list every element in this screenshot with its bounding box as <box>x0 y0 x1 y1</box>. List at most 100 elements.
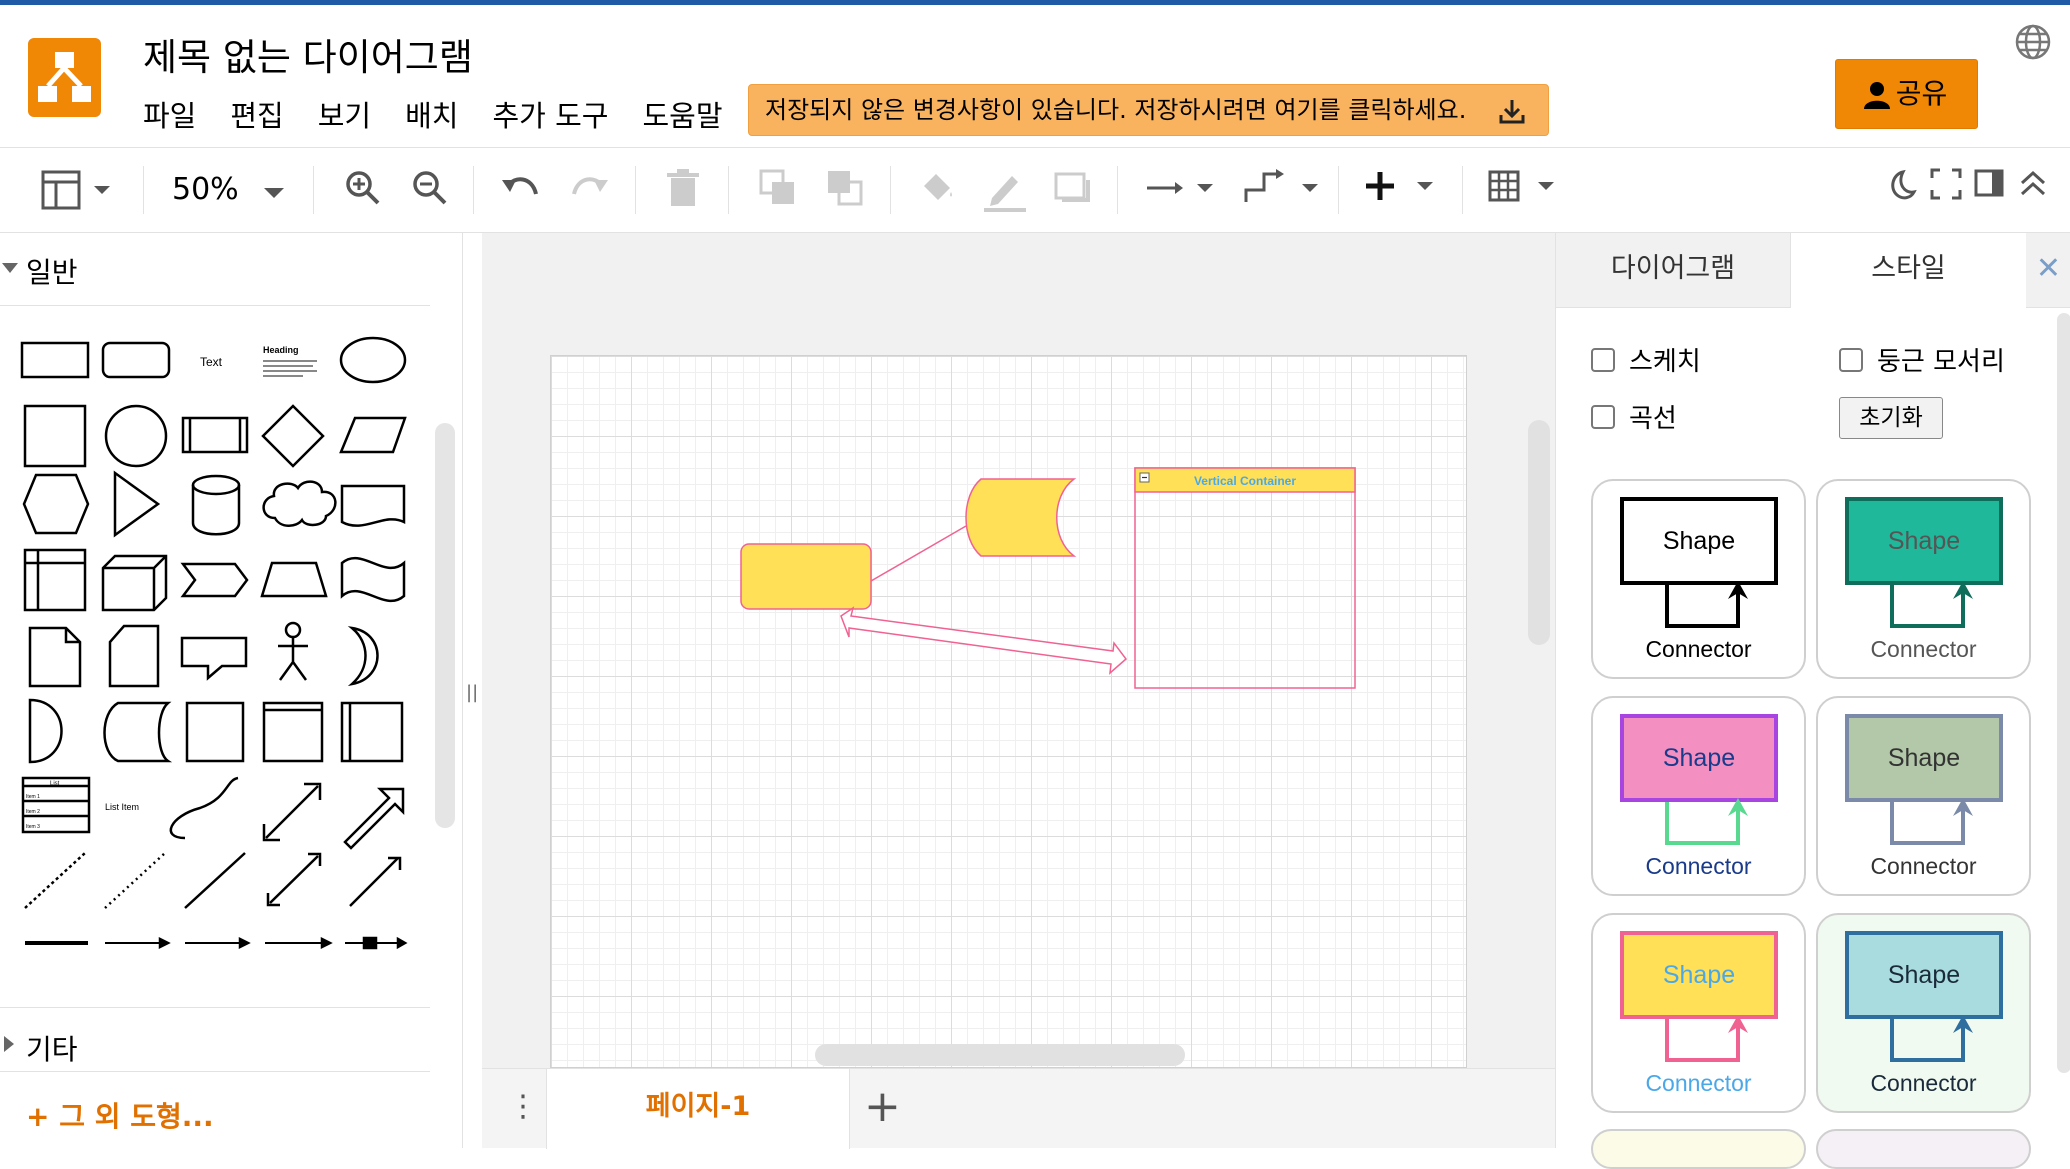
tab-diagram[interactable]: 다이어그램 <box>1556 233 1791 308</box>
sidebar-resize-handle[interactable]: || <box>466 682 478 703</box>
add-page-icon[interactable]: + <box>864 1081 901 1132</box>
section-general[interactable]: 일반 <box>0 251 78 291</box>
diagram-page[interactable]: Vertical Container <box>550 355 1467 1068</box>
shape-trapezoid[interactable] <box>260 561 328 598</box>
style-card-1[interactable]: Shape Connector <box>1591 479 1806 679</box>
style-card-2[interactable]: Shape Connector <box>1816 479 2031 679</box>
shape-circle[interactable] <box>104 404 168 468</box>
shape-note[interactable] <box>28 626 82 688</box>
menu-view[interactable]: 보기 <box>318 93 405 135</box>
shape-cube[interactable] <box>101 554 168 612</box>
fullscreen-icon[interactable] <box>1930 168 1962 200</box>
shape-cloud[interactable] <box>262 480 337 527</box>
curved-checkbox-box[interactable] <box>1591 404 1615 429</box>
shape-parallelogram[interactable] <box>339 416 407 454</box>
shape-callout[interactable] <box>180 636 248 681</box>
shape-cylinder[interactable] <box>191 474 241 536</box>
menu-arrange[interactable]: 배치 <box>405 93 492 135</box>
zoom-dropdown-icon[interactable] <box>262 186 286 200</box>
zoom-level[interactable]: 50% <box>172 172 239 207</box>
shape-rounded-rectangle[interactable] <box>101 341 171 379</box>
shape-labeled-connector[interactable] <box>105 936 171 950</box>
shape-square[interactable] <box>23 404 87 468</box>
drawio-logo[interactable] <box>28 38 101 117</box>
curved-checkbox[interactable]: 곡선 <box>1591 398 1677 435</box>
collapse-icon[interactable] <box>2018 168 2048 198</box>
format-panel-scrollbar[interactable] <box>2057 313 2070 1073</box>
diagram-canvas[interactable]: Vertical Container <box>482 233 1555 1068</box>
zoom-in-icon[interactable] <box>343 168 383 208</box>
to-back-icon[interactable] <box>825 168 865 208</box>
canvas-vertical-scrollbar[interactable] <box>1528 420 1550 645</box>
shape-arrow[interactable] <box>343 787 405 850</box>
format-toggle-icon[interactable] <box>1974 168 2004 198</box>
shape-line[interactable] <box>184 852 246 909</box>
format-panel-button[interactable] <box>40 168 120 212</box>
diagram-rounded-rectangle[interactable] <box>740 543 872 610</box>
shape-actor[interactable] <box>278 621 308 681</box>
diagram-title[interactable]: 제목 없는 다이어그램 <box>143 27 473 81</box>
shape-card[interactable] <box>108 624 160 688</box>
page-tab-1[interactable]: 페이지-1 <box>546 1069 850 1149</box>
menu-extras[interactable]: 추가 도구 <box>493 93 643 135</box>
dark-mode-icon[interactable] <box>1885 168 1917 202</box>
insert-icon[interactable] <box>1365 168 1437 208</box>
shape-dashed-line[interactable] <box>24 852 86 909</box>
shape-bidirectional-connector[interactable] <box>266 852 322 907</box>
close-icon[interactable]: ✕ <box>2026 233 2070 308</box>
shape-swimlane[interactable] <box>262 701 324 763</box>
zoom-out-icon[interactable] <box>410 168 450 208</box>
waypoints-icon[interactable] <box>1242 168 1322 208</box>
share-button[interactable]: 공유 <box>1835 59 1978 129</box>
rounded-checkbox-box[interactable] <box>1839 347 1863 372</box>
shape-ellipse[interactable] <box>339 336 407 384</box>
style-card-6[interactable]: Shape Connector <box>1816 913 2031 1113</box>
shape-labeled-connector-3[interactable] <box>265 936 333 950</box>
menu-file[interactable]: 파일 <box>143 93 230 135</box>
shape-heading[interactable]: Heading <box>263 345 299 355</box>
diagram-stored-data-shape[interactable] <box>965 478 1077 557</box>
shape-document[interactable] <box>340 484 406 527</box>
section-other[interactable]: 기타 <box>0 1028 78 1068</box>
style-card-3[interactable]: Shape Connector <box>1591 696 1806 896</box>
shape-bidirectional-arrow[interactable] <box>262 782 322 842</box>
shape-triangle[interactable] <box>113 470 161 538</box>
shape-internal-storage[interactable] <box>23 548 87 612</box>
line-color-icon[interactable] <box>982 168 1028 212</box>
table-icon[interactable] <box>1488 168 1560 208</box>
shadow-icon[interactable] <box>1052 168 1092 208</box>
shape-text[interactable]: Text <box>200 355 223 369</box>
vertical-container[interactable] <box>1134 467 1356 689</box>
shape-diamond[interactable] <box>261 404 325 468</box>
shape-vertical-lane[interactable] <box>340 701 404 763</box>
shape-hexagon[interactable] <box>22 473 90 535</box>
connection-icon[interactable] <box>1145 168 1217 208</box>
delete-icon[interactable] <box>665 168 701 208</box>
menu-help[interactable]: 도움말 <box>642 93 756 135</box>
shape-stored-data[interactable] <box>103 701 173 763</box>
sketch-checkbox-box[interactable] <box>1591 347 1615 372</box>
shape-tape[interactable] <box>340 556 406 603</box>
page-menu-icon[interactable]: ⋮ <box>508 1089 538 1124</box>
connector-line[interactable] <box>870 525 967 582</box>
style-card-5[interactable]: Shape Connector <box>1591 913 1806 1113</box>
unsaved-changes-notice[interactable]: 저장되지 않은 변경사항이 있습니다. 저장하시려면 여기를 클릭하세요. <box>748 84 1549 136</box>
shape-connector-with-symbol[interactable] <box>345 936 408 950</box>
redo-icon[interactable] <box>568 168 610 208</box>
shape-container[interactable] <box>185 701 245 763</box>
rounded-checkbox[interactable]: 둥근 모서리 <box>1839 341 2005 378</box>
to-front-icon[interactable] <box>758 168 798 208</box>
canvas-horizontal-scrollbar[interactable] <box>815 1044 1185 1066</box>
shape-directional-connector[interactable] <box>349 856 402 907</box>
shape-list-item[interactable]: List Item <box>105 802 139 812</box>
shape-or[interactable] <box>347 626 379 687</box>
diagram-double-arrow[interactable] <box>840 606 1128 675</box>
shape-delay[interactable] <box>28 698 63 764</box>
tab-style[interactable]: 스타일 <box>1791 233 2026 308</box>
fill-color-icon[interactable] <box>918 168 958 208</box>
style-card-partial[interactable] <box>1816 1129 2031 1169</box>
shape-curve[interactable] <box>169 776 239 840</box>
reset-button[interactable]: 초기화 <box>1839 397 1943 439</box>
undo-icon[interactable] <box>500 168 542 208</box>
style-card-4[interactable]: Shape Connector <box>1816 696 2031 896</box>
